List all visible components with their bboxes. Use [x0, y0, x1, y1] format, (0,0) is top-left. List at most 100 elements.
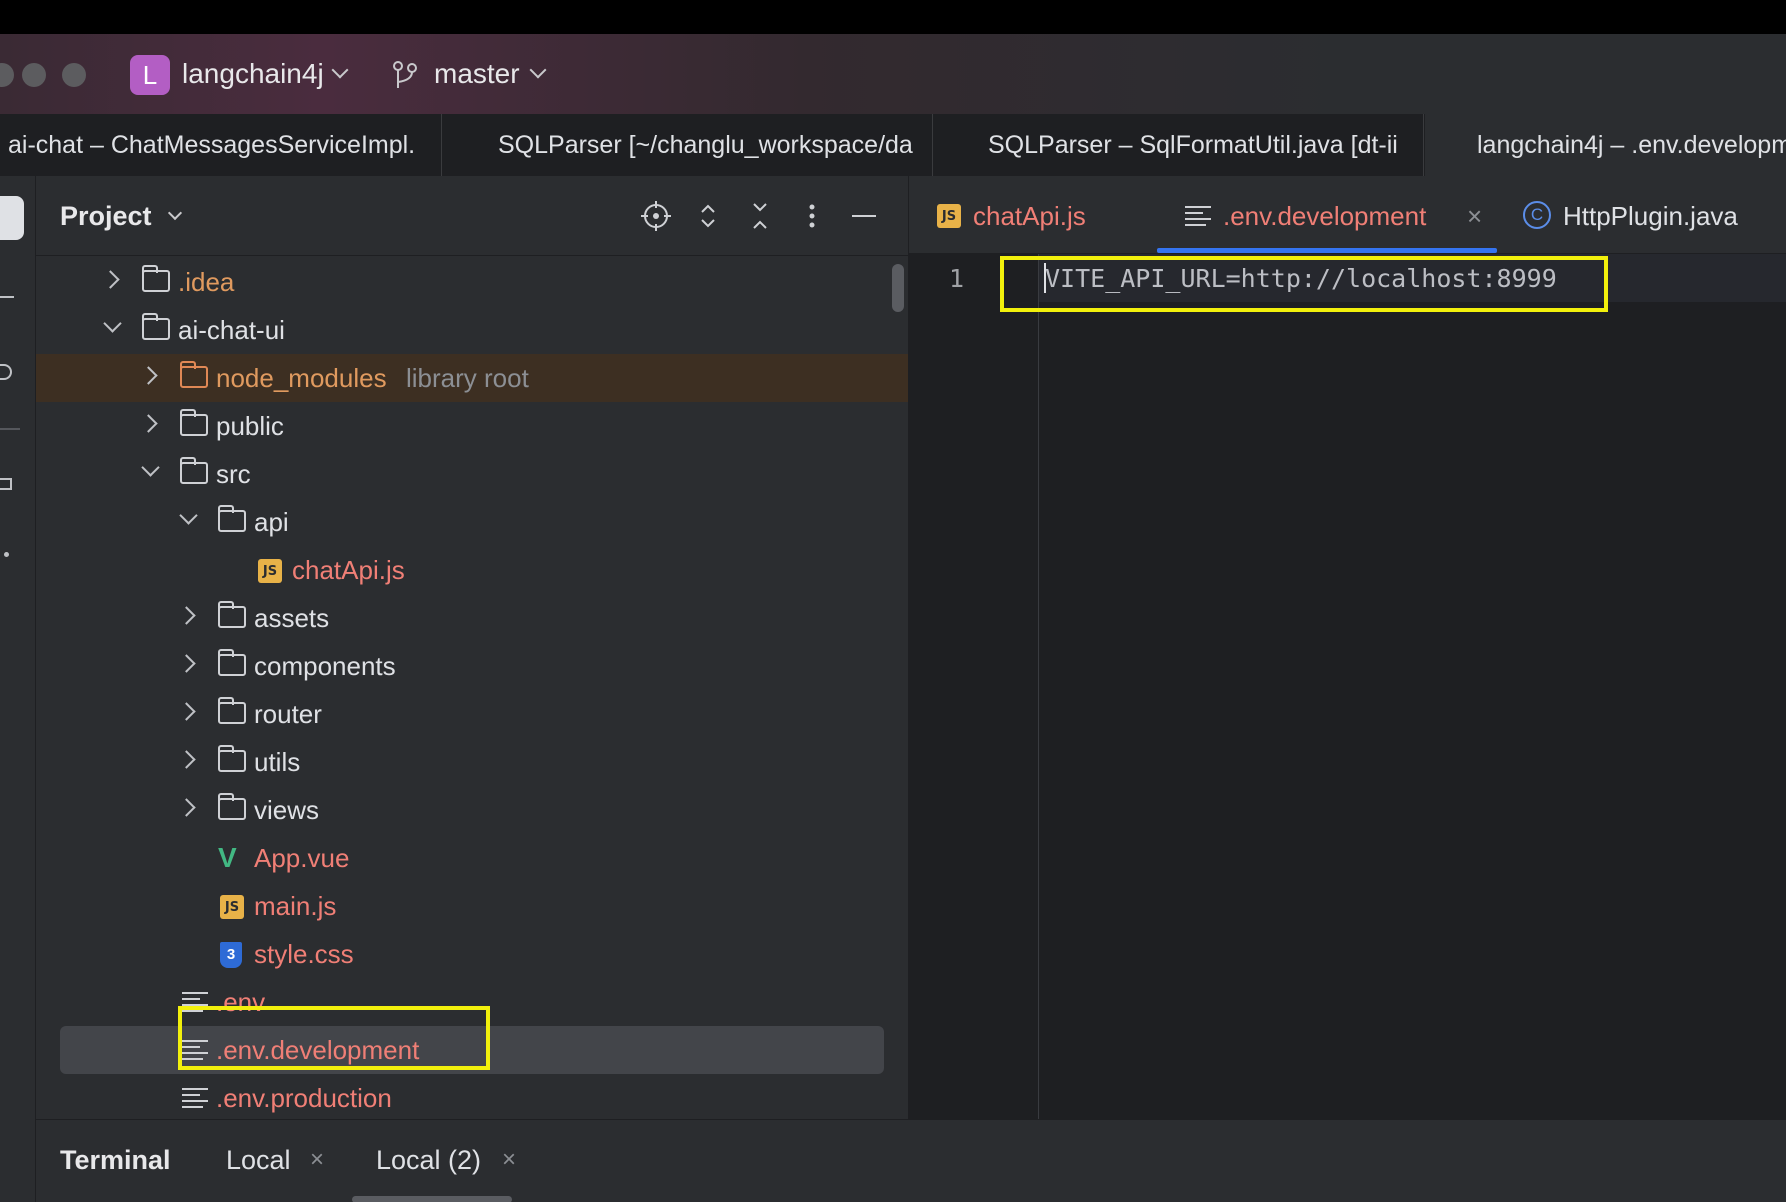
chevron-down-icon[interactable] [141, 458, 160, 477]
project-panel-header: Project [36, 176, 908, 256]
chevron-right-icon[interactable] [177, 654, 196, 673]
tree-item-idea[interactable]: .idea [36, 258, 908, 306]
chevron-right-icon[interactable] [177, 798, 196, 817]
more-tools-icon[interactable] [4, 552, 9, 557]
tree-item-label: public [216, 411, 284, 441]
tree-item-label: ai-chat-ui [178, 315, 285, 345]
annotation-highlight-box [1000, 256, 1608, 312]
editor-tab-label: chatApi.js [973, 201, 1086, 231]
folder-icon [218, 793, 246, 820]
tree-item-label: components [254, 651, 396, 681]
annotation-highlight-box [178, 1006, 490, 1070]
window-zoom-button[interactable] [62, 63, 86, 87]
tool-window-strip [0, 176, 36, 1202]
editor-tab-label: .env.development [1223, 201, 1427, 231]
commit-tool-icon[interactable] [0, 296, 14, 298]
tree-item-label: router [254, 699, 322, 729]
line-number: 1 [949, 264, 965, 293]
tree-item-label: views [254, 795, 320, 825]
title-bar: L langchain4j master [0, 34, 1786, 114]
window-tab[interactable]: SQLParser [~/changlu_workspace/da [443, 114, 933, 176]
tree-item-label: .env.production [216, 1083, 392, 1113]
terminal-panel: Terminal Local × Local (2) × [36, 1119, 1786, 1202]
tree-item-label: utils [254, 747, 301, 777]
chevron-right-icon[interactable] [101, 270, 120, 289]
project-panel: Project .idea ai-chat-ui node_modules li… [36, 176, 908, 1119]
options-menu-icon[interactable] [796, 200, 828, 232]
chevron-down-icon[interactable] [103, 314, 122, 333]
chevron-right-icon[interactable] [139, 366, 158, 385]
window-tab[interactable]: ai-chat – ChatMessagesServiceImpl. [0, 114, 442, 176]
chevron-down-icon[interactable] [167, 205, 183, 221]
tree-item-api[interactable]: api [36, 498, 908, 546]
chevron-right-icon[interactable] [177, 750, 196, 769]
tree-item-app-vue[interactable]: V App.vue [36, 834, 908, 882]
git-branch-icon [393, 61, 417, 88]
project-badge: L [130, 55, 170, 95]
tree-item-style-css[interactable]: 3 style.css [36, 930, 908, 978]
css-file-icon: 3 [220, 942, 242, 968]
tree-item-views[interactable]: views [36, 786, 908, 834]
structure-tool-icon[interactable] [0, 478, 12, 490]
tree-item-label: chatApi.js [292, 555, 405, 585]
vue-file-icon: V [218, 842, 237, 873]
terminal-tabs-scrollbar[interactable] [352, 1196, 512, 1202]
chevron-down-icon [529, 61, 547, 79]
collapse-all-icon[interactable] [744, 200, 776, 232]
chevron-down-icon[interactable] [179, 506, 198, 525]
line-number-gutter: 1 [909, 254, 1039, 1119]
tree-item-assets[interactable]: assets [36, 594, 908, 642]
tree-item-utils[interactable]: utils [36, 738, 908, 786]
tree-item-components[interactable]: components [36, 642, 908, 690]
folder-icon [142, 265, 170, 292]
project-panel-title[interactable]: Project [60, 198, 152, 234]
tree-item-label: App.vue [254, 843, 350, 873]
tree-item-main-js[interactable]: JS main.js [36, 882, 908, 930]
code-editor[interactable]: 1 VITE_API_URL=http://localhost:8999 [908, 254, 1786, 1119]
chevron-right-icon[interactable] [139, 414, 158, 433]
close-icon[interactable]: × [1467, 176, 1482, 256]
tree-item-env-production[interactable]: .env.production [36, 1074, 908, 1119]
folder-icon [218, 697, 246, 724]
tree-item-label: main.js [254, 891, 337, 921]
git-tool-icon[interactable] [0, 364, 12, 380]
terminal-tab-local-2[interactable]: Local (2) [376, 1142, 481, 1178]
window-close-button[interactable] [0, 63, 14, 87]
text-file-icon [182, 1088, 208, 1108]
tree-item-label: api [254, 507, 289, 537]
library-root-hint: library root [406, 363, 529, 393]
tree-item-chatapi-js[interactable]: JS chatApi.js [36, 546, 908, 594]
branch-name: master [434, 58, 520, 89]
window-tab-active[interactable]: langchain4j – .env.developm [1425, 114, 1786, 176]
tree-item-node-modules[interactable]: node_modules library root [36, 354, 908, 402]
js-file-icon: JS [258, 559, 282, 583]
tree-item-public[interactable]: public [36, 402, 908, 450]
tree-item-router[interactable]: router [36, 690, 908, 738]
window-minimize-button[interactable] [22, 63, 46, 87]
js-icon: JS [937, 204, 961, 228]
chevron-right-icon[interactable] [177, 606, 196, 625]
folder-icon [218, 505, 246, 532]
expand-all-icon[interactable] [692, 200, 724, 232]
tree-item-label: assets [254, 603, 330, 633]
tree-item-src[interactable]: src [36, 450, 908, 498]
close-icon[interactable]: × [310, 1142, 324, 1178]
top-black-band [0, 0, 1786, 34]
project-tool-icon[interactable] [0, 196, 24, 240]
close-icon[interactable]: × [502, 1142, 516, 1178]
terminal-tab-local[interactable]: Local [226, 1142, 291, 1178]
hide-panel-icon[interactable] [848, 200, 880, 232]
tree-item-ai-chat-ui[interactable]: ai-chat-ui [36, 306, 908, 354]
text-file-icon [1185, 206, 1211, 226]
tree-item-label: src [216, 459, 251, 489]
folder-icon [218, 649, 246, 676]
chevron-right-icon[interactable] [177, 702, 196, 721]
tree-item-label: node_modules [216, 363, 387, 393]
window-tab[interactable]: SQLParser – SqlFormatUtil.java [dt-ii [934, 114, 1424, 176]
project-name: langchain4j [182, 58, 324, 89]
window-tab-bar: ai-chat – ChatMessagesServiceImpl. SQLPa… [0, 114, 1786, 176]
locate-icon[interactable] [640, 200, 672, 232]
editor-tab-env-development[interactable]: .env.development × [1185, 176, 1515, 252]
terminal-title[interactable]: Terminal [60, 1142, 171, 1178]
js-file-icon: JS [220, 895, 244, 919]
